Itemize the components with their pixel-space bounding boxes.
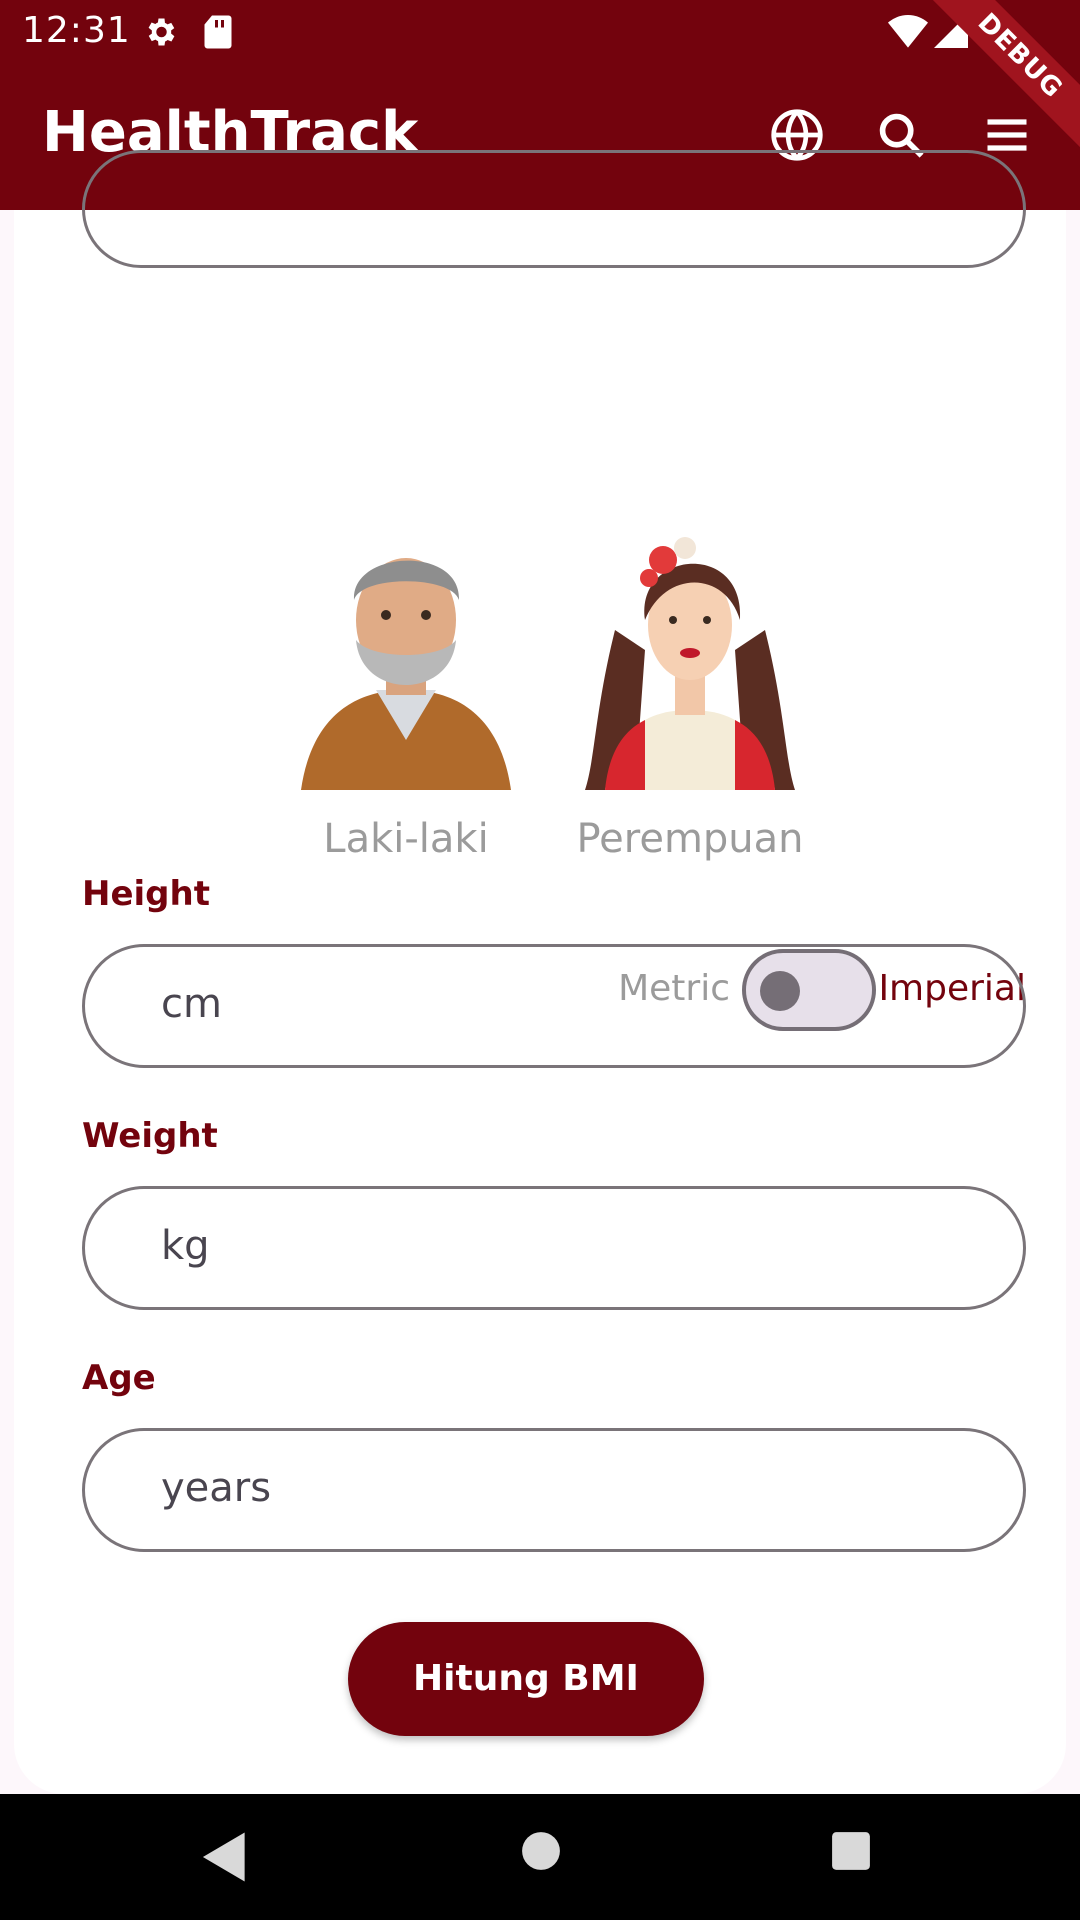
height-placeholder: cm [161, 981, 222, 1027]
partial-input-field[interactable] [82, 150, 1026, 268]
status-bar: 12:31 [0, 0, 1080, 64]
height-input[interactable]: cm [82, 944, 1026, 1068]
home-icon[interactable] [520, 1830, 562, 1876]
system-nav-bar [0, 1794, 1080, 1920]
male-avatar [301, 558, 511, 790]
wifi-icon [888, 14, 928, 52]
age-placeholder: years [161, 1465, 272, 1511]
status-time: 12:31 [22, 10, 131, 51]
sd-card-icon [202, 14, 234, 54]
height-label: Height [82, 874, 210, 914]
gender-option-female[interactable]: Perempuan [570, 530, 810, 862]
weight-label: Weight [82, 1116, 218, 1156]
gender-label-female: Perempuan [576, 816, 804, 862]
female-avatar [585, 537, 795, 790]
gender-option-male[interactable]: Laki-laki [286, 530, 526, 862]
age-label: Age [82, 1358, 156, 1398]
age-input[interactable]: years [82, 1428, 1026, 1552]
gender-label-male: Laki-laki [323, 816, 489, 862]
bmi-form-card: Laki-laki Perempuan Metric Imperial Heig… [14, 150, 1066, 1794]
weight-input[interactable]: kg [82, 1186, 1026, 1310]
weight-placeholder: kg [161, 1223, 210, 1269]
back-icon[interactable] [200, 1830, 250, 1888]
recents-icon[interactable] [830, 1830, 872, 1876]
settings-icon [142, 14, 178, 54]
calculate-bmi-button[interactable]: Hitung BMI [348, 1622, 704, 1736]
